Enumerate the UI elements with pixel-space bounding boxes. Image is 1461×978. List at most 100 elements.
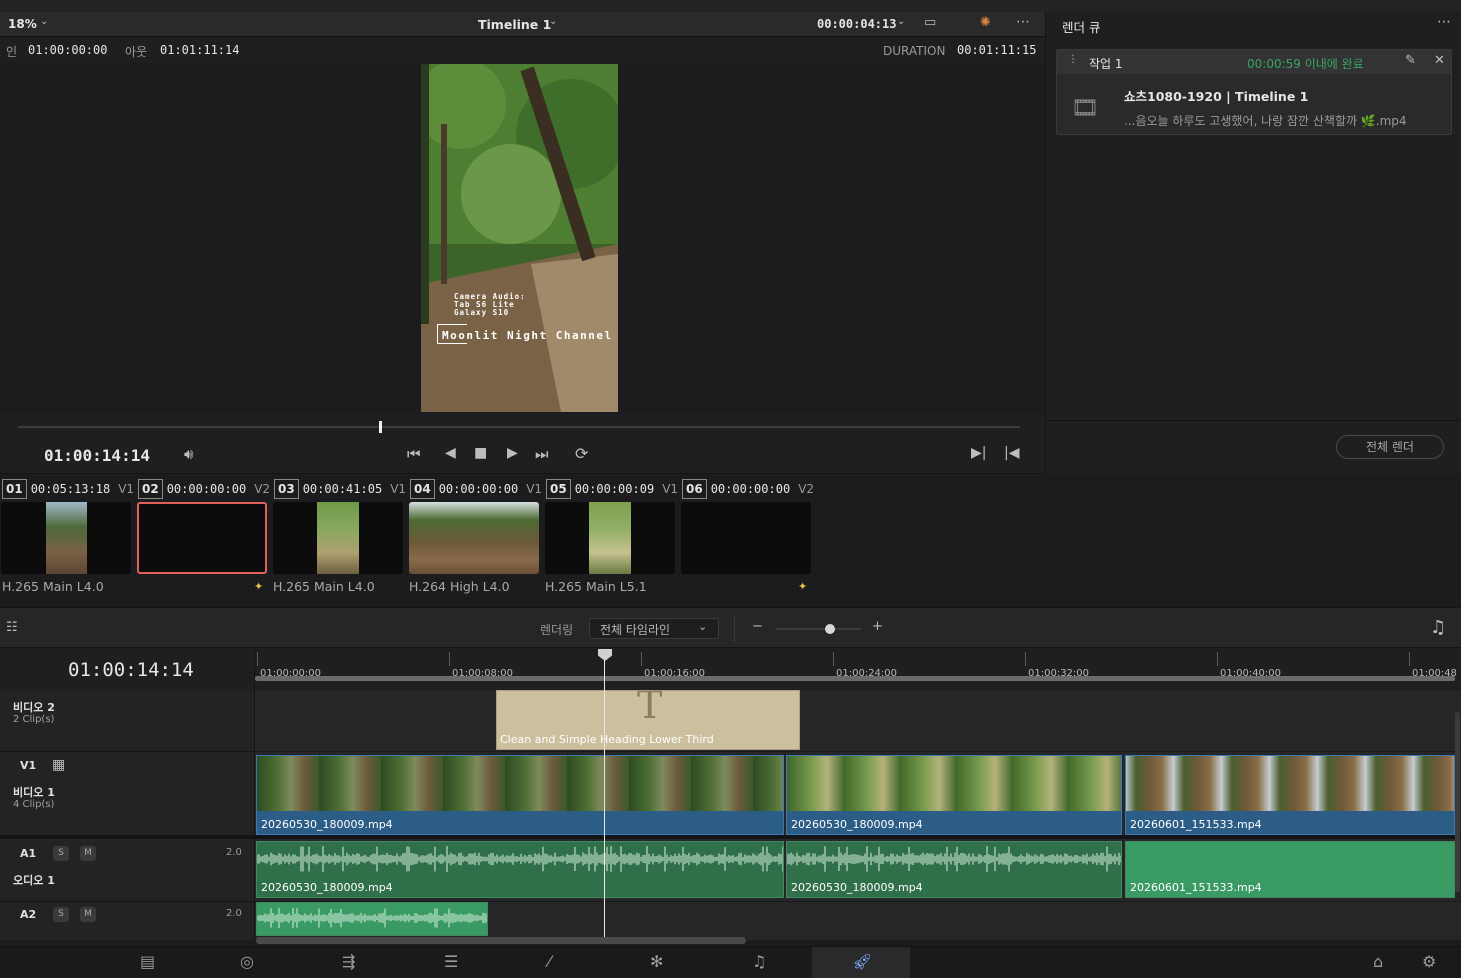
video-clip-3[interactable]: 20260601_151533.mp4 [1125,755,1455,835]
timeline-name[interactable]: Timeline 1 [478,17,551,32]
music-icon[interactable]: ♫ [1430,617,1446,638]
top-bar [0,0,1461,12]
timeline-chevron-icon[interactable]: ⌄ [549,16,557,27]
stop-icon[interactable]: ■ [474,445,487,461]
timeline-options-icon[interactable]: ☷ [6,620,18,635]
clip-04-thumbnail[interactable] [409,502,539,574]
drag-handle-icon[interactable]: ⋮ [1068,54,1078,65]
clip-track: V2 [798,482,815,496]
zoom-slider[interactable] [776,628,861,630]
zoom-level[interactable]: 18% [8,17,37,31]
a2-mute-button[interactable]: M [80,907,96,922]
cut-page-icon[interactable]: ◎ [240,952,254,971]
zoom-slider-handle[interactable] [825,624,835,634]
edit-icon[interactable]: ✎ [1405,53,1416,68]
video-clip-filmstrip [1126,756,1454,811]
render-range-select[interactable]: 전체 타임라인 ⌄ [589,618,719,639]
audio-clip-a2[interactable] [256,902,488,936]
ruler-tick-label: 01:00:16:00 [644,668,706,679]
skip-forward-icon[interactable]: ⏭︎ [535,445,549,463]
video-clip-1[interactable]: 20260530_180009.mp4 [256,755,784,835]
job-name: 작업 1 [1089,57,1123,71]
close-icon[interactable]: ✕ [1434,53,1445,68]
v2-track-clips: 2 Clip(s) [13,714,55,725]
audio-clip-2[interactable]: 20260530_180009.mp4 [786,841,1122,898]
a1-track-name: 오디오 1 [13,874,55,887]
video-clip-filmstrip [787,756,1121,811]
volume-icon[interactable]: 🔊︎ [184,445,193,463]
playhead-line[interactable] [604,660,605,937]
skip-back-icon[interactable]: ⏮︎ [407,445,421,463]
track-divider [255,835,1461,839]
overlay-title: Moonlit Night Channel [442,329,613,342]
video-clip-2[interactable]: 20260530_180009.mp4 [786,755,1122,835]
thumbnail-image [317,502,359,574]
render-queue-more-icon[interactable]: ⋯ [1437,14,1451,30]
audio-waveform [257,846,783,872]
mark-in-icon[interactable]: ▶| [971,445,986,461]
deliver-page-icon[interactable]: 🚀︎ [852,952,872,971]
clip-number: 03 [274,479,299,499]
clip-05-header: 05 00:00:00:09 V1 [546,479,678,499]
zoom-in-button[interactable]: + [872,619,883,634]
clip-timecode: 00:00:00:00 [166,482,247,496]
ruler-tick-line [1217,652,1218,666]
video-clip-name: 20260601_151533.mp4 [1130,818,1262,831]
timecode-chevron-icon[interactable]: ⌄ [897,16,905,27]
clip-03-thumbnail[interactable] [273,502,403,574]
audio-clip-3[interactable]: 20260601_151533.mp4 [1125,841,1455,898]
title-t-icon: T [637,690,663,727]
settings-icon[interactable]: ⚙ [1422,952,1436,971]
step-back-icon[interactable]: ◀ [445,445,456,461]
in-value: 01:00:00:00 [28,43,108,57]
track-divider [0,751,254,752]
scrubber-track[interactable] [18,421,1020,433]
mark-out-icon[interactable]: |◀ [1004,445,1019,461]
render-job-card[interactable]: ⋮ 작업 1 00:00:59 이내에 완료 ✎ ✕ 🎞︎ 쇼츠1080-192… [1056,49,1452,135]
timeline-timecode-area: 01:00:14:14 [0,648,255,690]
home-icon[interactable]: ⌂ [1373,952,1383,971]
page-navigation [0,946,1461,978]
chevron-down-icon[interactable]: ⌄ [40,16,48,27]
color-wheel-icon[interactable]: ✺ [980,15,991,30]
fairlight-page-icon[interactable]: ✻ [650,952,663,971]
clip-06-thumbnail[interactable] [681,502,811,574]
render-all-button[interactable]: 전체 렌더 [1336,435,1444,459]
ruler-tick-label: 01:00:24:00 [836,668,898,679]
current-timecode: 01:00:14:14 [44,446,150,465]
film-icon[interactable]: ▦ [52,757,65,773]
audio-clip-name: 20260530_180009.mp4 [791,881,923,894]
clip-01-thumbnail[interactable] [1,502,131,574]
color-page-icon[interactable]: ⁄ [548,952,551,971]
clip-timecode: 00:00:00:09 [574,482,655,496]
a2-solo-button[interactable]: S [53,907,69,922]
audio-clip-1[interactable]: 20260530_180009.mp4 [256,841,784,898]
a1-solo-button[interactable]: S [53,846,69,861]
video-clip-name: 20260530_180009.mp4 [261,818,393,831]
play-icon[interactable]: ▶ [507,445,518,461]
fusion-page-icon[interactable]: ☰ [444,952,458,971]
video-frame[interactable]: Camera Audio: Tab S6 Lite Galaxy S10 Moo… [421,64,618,412]
a1-level: 2.0 [226,847,242,858]
clip-05-thumbnail[interactable] [545,502,675,574]
timeline-horizontal-scrollbar[interactable] [256,937,746,944]
title-clip[interactable]: T Clean and Simple Heading Lower Third [496,690,800,750]
clip-02-thumbnail[interactable] [137,502,267,574]
clip-number: 02 [138,479,163,499]
more-options-icon[interactable]: ⋯ [1016,14,1030,30]
scrubber-handle[interactable] [378,421,382,433]
hd-monitor-icon[interactable]: ▭ [924,15,936,30]
toolbar-divider [734,616,735,642]
zoom-out-button[interactable]: − [752,619,763,634]
transport-bar: 01:00:14:14 🔊︎ ⏮︎ ◀ ■ ▶ ⏭︎ ⟳ ▶| |◀ [0,414,1045,474]
thumbnail-image [589,502,631,574]
overlay-phone-line: Galaxy S10 [454,308,510,317]
media-page-icon[interactable]: ▤ [140,952,155,971]
ruler-tick-label: 01:00:08:00 [452,668,514,679]
edit-page-icon[interactable]: ⇶ [342,952,355,971]
timeline-vertical-scrollbar[interactable] [1455,712,1460,892]
loop-icon[interactable]: ⟳ [575,444,588,463]
a1-track-label: A1 [20,847,37,860]
audio-page-icon[interactable]: ♫ [752,952,766,971]
a1-mute-button[interactable]: M [80,846,96,861]
